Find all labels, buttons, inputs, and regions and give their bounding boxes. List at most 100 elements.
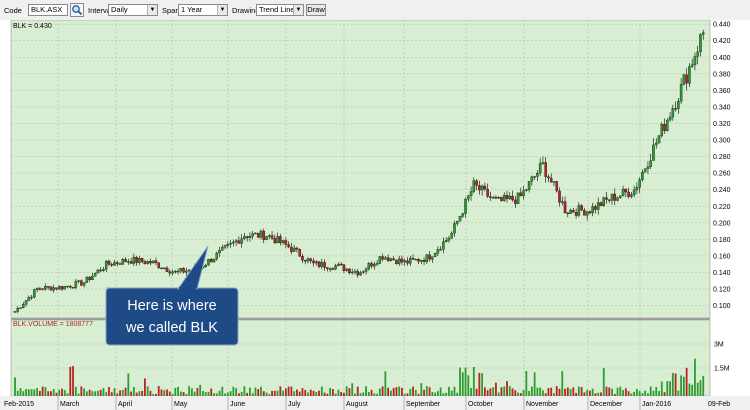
candle-body — [538, 163, 542, 174]
volume-bar — [547, 388, 550, 396]
volume-bar — [229, 391, 232, 396]
volume-bar — [298, 391, 301, 396]
candle-body — [447, 238, 451, 241]
candle-body — [395, 259, 398, 264]
candle-body — [616, 197, 619, 201]
volume-bar — [682, 376, 685, 396]
candle-body — [339, 263, 343, 266]
candle-body — [591, 206, 594, 214]
candle-body — [422, 259, 426, 262]
volume-bar — [605, 386, 608, 396]
x-axis-label: March — [60, 401, 80, 408]
volume-bar — [658, 391, 660, 396]
volume-bar — [240, 391, 243, 396]
volume-bar — [613, 393, 616, 396]
candle-body — [478, 185, 481, 191]
candle-body — [627, 191, 630, 197]
candle-body — [237, 240, 241, 244]
volume-bar — [323, 392, 326, 396]
volume-bar — [55, 392, 58, 396]
candle-body — [124, 259, 127, 263]
volume-bar — [533, 372, 536, 396]
candle-body — [328, 268, 332, 270]
price-y-tick: 0.360 — [713, 88, 731, 95]
volume-bar — [417, 393, 420, 396]
candle-body — [657, 135, 661, 144]
volume-bar — [340, 392, 343, 396]
volume-bar — [130, 391, 132, 396]
volume-bar — [88, 389, 91, 396]
candle-body — [270, 235, 274, 239]
candle-body — [671, 108, 675, 118]
volume-bar — [630, 393, 633, 396]
candle-body — [226, 243, 230, 246]
volume-bar — [354, 393, 356, 396]
draw-button[interactable]: Draw — [306, 4, 326, 16]
candle-body — [450, 232, 453, 239]
volume-bar — [83, 388, 85, 396]
volume-bar — [530, 386, 533, 396]
volume-bar — [171, 393, 174, 396]
volume-bar — [677, 390, 680, 396]
volume-bar — [160, 389, 163, 396]
candle-body — [121, 259, 125, 265]
candle-body — [138, 258, 141, 263]
candle-body — [306, 258, 310, 262]
search-button[interactable] — [70, 3, 84, 17]
price-y-tick: 0.300 — [713, 138, 731, 145]
price-label: BLK = 0.430 — [13, 23, 52, 30]
candle-body — [527, 181, 531, 190]
candle-body — [143, 261, 147, 264]
candle-body — [160, 267, 163, 270]
volume-bar — [373, 393, 376, 396]
candle-body — [215, 252, 219, 260]
candle-body — [232, 241, 235, 244]
candle-body — [624, 189, 628, 193]
volume-bar — [80, 386, 83, 396]
volume-bar — [450, 390, 453, 396]
candle-body — [107, 260, 111, 265]
candle-body — [375, 263, 379, 265]
candle-body — [82, 282, 86, 286]
volume-bar — [663, 392, 666, 396]
candle-body — [660, 124, 664, 136]
volume-bar — [166, 389, 168, 396]
code-input[interactable]: BLK.ASX — [28, 4, 68, 16]
candle-body — [630, 194, 633, 197]
volume-bar — [215, 393, 218, 396]
candle-body — [27, 297, 31, 301]
candle-body — [46, 286, 50, 288]
volume-bar — [287, 386, 290, 396]
volume-bar — [519, 393, 522, 396]
volume-bar — [276, 390, 279, 396]
candle-body — [458, 216, 462, 222]
candle-body — [298, 249, 301, 257]
volume-bar — [202, 390, 204, 396]
volume-bar — [52, 389, 55, 396]
volume-bar — [671, 373, 674, 396]
candle-body — [569, 209, 572, 214]
volume-bar — [600, 392, 602, 396]
candle-body — [24, 300, 28, 305]
candle-body — [229, 242, 232, 245]
candle-body — [96, 269, 100, 274]
candle-body — [221, 247, 224, 251]
drawing-select[interactable]: Trend Line ▼ — [256, 4, 304, 16]
volume-bar — [105, 391, 108, 396]
candle-body — [652, 144, 655, 161]
span-select[interactable]: 1 Year ▼ — [178, 4, 228, 16]
volume-bar — [351, 383, 354, 396]
volume-bar — [655, 386, 658, 396]
x-axis-label: April — [118, 401, 132, 408]
candle-body — [613, 193, 617, 201]
volume-bar — [572, 387, 575, 396]
candle-body — [301, 256, 304, 261]
volume-label: BLK.VOLUME = 1808777 — [13, 321, 93, 328]
volume-bar — [622, 390, 624, 396]
interval-select[interactable]: Daily ▼ — [108, 4, 158, 16]
candle-body — [356, 271, 359, 276]
candle-body — [60, 286, 64, 290]
volume-bar — [492, 387, 495, 396]
candle-body — [621, 189, 625, 196]
candle-body — [93, 272, 97, 277]
